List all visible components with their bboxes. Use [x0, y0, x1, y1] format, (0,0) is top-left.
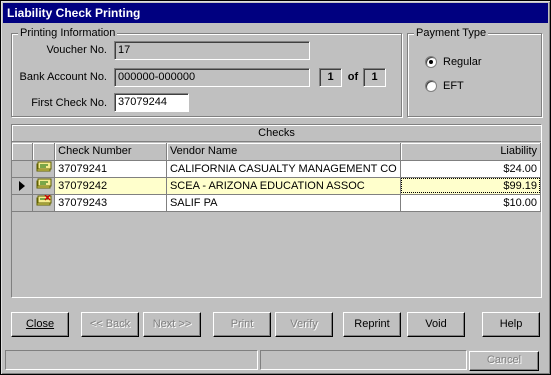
printing-information-title: Printing Information [18, 26, 118, 40]
close-button-label: Close [25, 318, 55, 330]
reprint-button[interactable]: Reprint [343, 312, 401, 337]
table-row[interactable]: 37079243 SALIF PA $10.00 [12, 194, 542, 212]
payment-type-title: Payment Type [414, 26, 489, 40]
check-ok-icon [32, 160, 56, 178]
checks-table: Check Number Vendor Name Liability 37079… [12, 143, 542, 212]
status-pane-left [5, 350, 258, 370]
vendor-name-cell[interactable]: CALIFORNIA CASUALTY MANAGEMENT CO [166, 160, 401, 178]
verify-button[interactable]: Verify [275, 312, 333, 337]
table-row[interactable]: 37079242 SCEA - ARIZONA EDUCATION ASSOC … [12, 177, 542, 195]
row-selector-header [12, 143, 34, 161]
bank-account-field: 000000-000000 [114, 68, 310, 87]
void-button[interactable]: Void [407, 312, 465, 337]
liability-cell[interactable]: $24.00 [400, 160, 542, 178]
window-title: Liability Check Printing [3, 3, 548, 23]
voucher-label: Voucher No. [46, 44, 107, 56]
back-button[interactable]: << Back [81, 312, 139, 337]
close-button[interactable]: Close [11, 312, 69, 337]
vendor-name-cell[interactable]: SCEA - ARIZONA EDUCATION ASSOC [166, 177, 401, 195]
payment-eft-label: EFT [443, 80, 464, 92]
vendor-name-header[interactable]: Vendor Name [166, 143, 401, 161]
payment-type-group: Payment Type [407, 26, 542, 117]
first-check-label: First Check No. [31, 97, 107, 109]
payment-eft-radio[interactable]: EFT [425, 79, 464, 93]
check-number-cell[interactable]: 37079243 [54, 194, 167, 212]
check-ok-icon [32, 177, 56, 195]
status-pane-right [260, 350, 467, 370]
row-selector[interactable] [12, 160, 34, 178]
current-row-arrow-icon [19, 180, 26, 191]
help-button[interactable]: Help [482, 312, 540, 337]
voucher-field: 17 [114, 41, 310, 60]
check-number-cell[interactable]: 37079242 [54, 177, 167, 195]
liability-cell[interactable]: $99.19 [400, 177, 542, 195]
payment-regular-label: Regular [443, 56, 482, 68]
cancel-button[interactable]: Cancel [469, 351, 539, 371]
liability-cell[interactable]: $10.00 [400, 194, 542, 212]
radio-unselected-icon [425, 80, 437, 92]
print-button[interactable]: Print [213, 312, 271, 337]
next-button[interactable]: Next >> [143, 312, 201, 337]
radio-selected-icon [425, 56, 437, 68]
check-void-icon [32, 194, 56, 212]
page-current-counter: 1 [319, 68, 342, 87]
payment-regular-radio[interactable]: Regular [425, 55, 482, 69]
checks-header-row: Check Number Vendor Name Liability [12, 143, 542, 161]
bank-account-label: Bank Account No. [19, 71, 107, 83]
row-selector[interactable] [12, 194, 34, 212]
page-total-counter: 1 [363, 68, 386, 87]
table-row[interactable]: 37079241 CALIFORNIA CASUALTY MANAGEMENT … [12, 160, 542, 178]
liability-header[interactable]: Liability [400, 143, 542, 161]
checks-grid[interactable]: Checks Check Number Vendor Name Liabilit… [11, 124, 542, 298]
vendor-name-cell[interactable]: SALIF PA [166, 194, 401, 212]
checks-grid-caption: Checks [12, 125, 541, 142]
page-of-label: of [347, 71, 359, 83]
first-check-input[interactable]: 37079244 [114, 93, 189, 112]
icon-header [32, 143, 56, 161]
row-selector[interactable] [12, 177, 34, 195]
liability-check-printing-window: Liability Check Printing Printing Inform… [0, 0, 551, 375]
check-number-header[interactable]: Check Number [54, 143, 167, 161]
check-number-cell[interactable]: 37079241 [54, 160, 167, 178]
